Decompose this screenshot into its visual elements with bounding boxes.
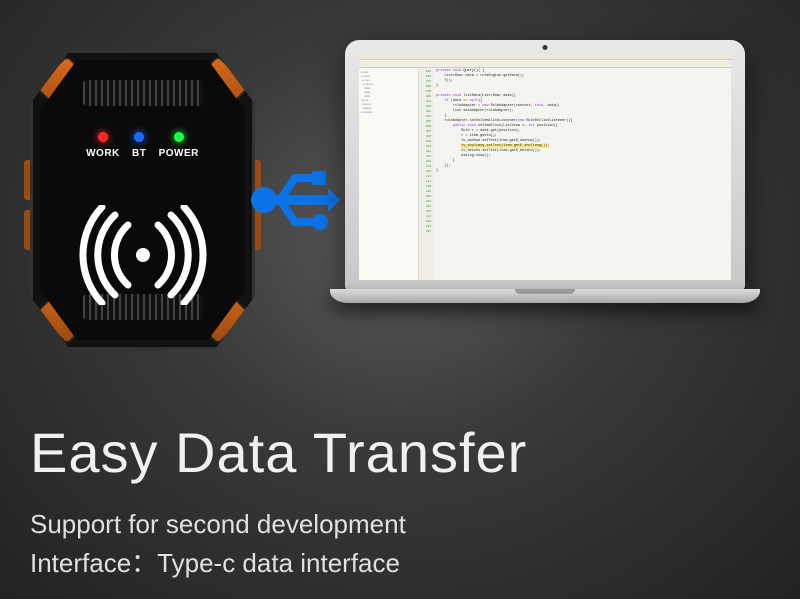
ide-project-tree: ▸ app ▸ java ▸ com ▸ demo Main Rule Util… bbox=[359, 68, 419, 280]
wireless-icon bbox=[73, 205, 213, 305]
led-red-icon bbox=[98, 132, 108, 142]
led-work: WORK bbox=[86, 132, 120, 159]
interface-label: Interface： bbox=[30, 548, 157, 578]
ide-line-gutter: 1951961971981992002012022032042052062072… bbox=[419, 68, 433, 280]
ide-window: ▸ app ▸ java ▸ com ▸ demo Main Rule Util… bbox=[359, 54, 731, 280]
led-power: POWER bbox=[159, 132, 199, 159]
laptop-base bbox=[330, 289, 760, 303]
ide-toolbar bbox=[359, 60, 731, 68]
laptop-notch bbox=[515, 289, 575, 294]
led-label: POWER bbox=[159, 148, 199, 159]
subline-1: Support for second development bbox=[30, 505, 770, 544]
interface-value: Type-c data interface bbox=[157, 548, 400, 578]
led-blue-icon bbox=[134, 132, 144, 142]
led-label: WORK bbox=[86, 148, 120, 159]
headline: Easy Data Transfer bbox=[30, 420, 770, 485]
usb-icon bbox=[250, 160, 340, 240]
subline-2: Interface：Type-c data interface bbox=[30, 544, 770, 583]
led-label: BT bbox=[132, 148, 146, 159]
laptop-screen-frame: ▸ app ▸ java ▸ com ▸ demo Main Rule Util… bbox=[345, 40, 745, 290]
laptop: ▸ app ▸ java ▸ com ▸ demo Main Rule Util… bbox=[330, 40, 760, 360]
led-green-icon bbox=[174, 132, 184, 142]
device-grill bbox=[83, 80, 203, 106]
ide-code-editor: private void Query(){ [ List<Row> data =… bbox=[433, 68, 731, 280]
hero-illustration: WORK BT POWER bbox=[0, 0, 800, 420]
rfid-device: WORK BT POWER bbox=[30, 50, 255, 350]
led-bt: BT bbox=[132, 132, 146, 159]
camera-icon bbox=[543, 45, 548, 50]
